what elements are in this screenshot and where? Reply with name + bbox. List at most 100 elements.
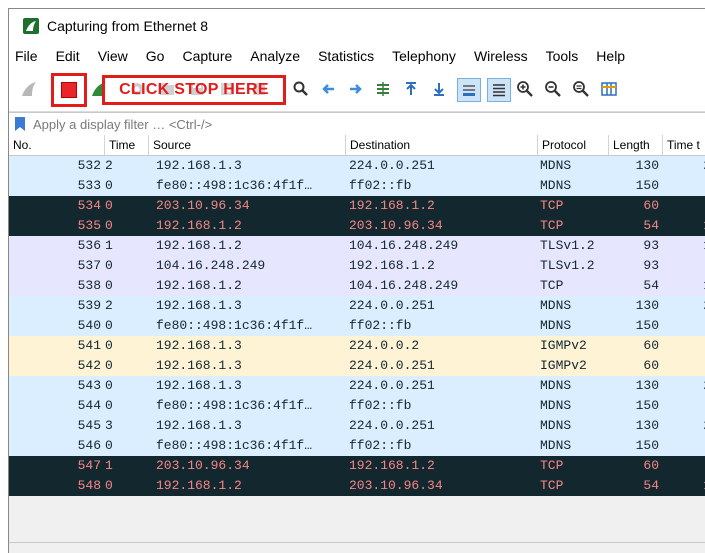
- packet-protocol: MDNS: [540, 178, 572, 193]
- packet-row[interactable]: 542 0 192.168.1.3 224.0.0.251 IGMPv2 60: [9, 356, 705, 376]
- packet-row[interactable]: 546 0 fe80::498:1c36:4f1f… ff02::fb MDNS 150: [9, 436, 705, 456]
- packet-source: 192.168.1.2: [156, 478, 242, 493]
- packet-length: 93: [643, 238, 659, 253]
- packet-row[interactable]: 547 1 203.10.96.34 192.168.1.2 TCP 60: [9, 456, 705, 476]
- packet-source: fe80::498:1c36:4f1f…: [156, 178, 313, 193]
- annotation-text: CLICK STOP HERE: [119, 81, 269, 98]
- packet-time: 0: [105, 338, 113, 353]
- packet-number: 538: [77, 278, 101, 293]
- packet-protocol: TCP: [540, 458, 564, 473]
- go-back-button[interactable]: [319, 79, 339, 99]
- menu-tools[interactable]: Tools: [538, 48, 589, 64]
- resize-columns-button[interactable]: [599, 79, 619, 99]
- packet-length: 150: [635, 178, 659, 193]
- packet-source: 192.168.1.2: [156, 278, 242, 293]
- packet-time: 0: [105, 438, 113, 453]
- magnifier-icon: [293, 81, 308, 96]
- packet-row[interactable]: 538 0 192.168.1.2 104.16.248.249 TCP 54 1: [9, 276, 705, 296]
- packet-destination: 224.0.0.251: [349, 298, 435, 313]
- menu-wireless[interactable]: Wireless: [466, 48, 538, 64]
- packet-time-t: 2: [671, 156, 705, 176]
- zoom-reset-icon: [573, 81, 589, 97]
- packet-protocol: TLSv1.2: [540, 258, 595, 273]
- stop-capture-button[interactable]: [51, 73, 87, 107]
- go-to-packet-button[interactable]: [373, 79, 393, 99]
- column-header-time-t[interactable]: Time t: [663, 135, 705, 155]
- packet-number: 548: [77, 478, 101, 493]
- column-header-length[interactable]: Length: [609, 135, 663, 155]
- menu-help[interactable]: Help: [588, 48, 635, 64]
- packet-time: 0: [105, 258, 113, 273]
- packet-source: fe80::498:1c36:4f1f…: [156, 438, 313, 453]
- packet-protocol: TLSv1.2: [540, 238, 595, 253]
- packet-source: 192.168.1.2: [156, 238, 242, 253]
- normal-size-button[interactable]: [571, 79, 591, 99]
- packet-row[interactable]: 541 0 192.168.1.3 224.0.0.2 IGMPv2 60: [9, 336, 705, 356]
- menu-view[interactable]: View: [90, 48, 138, 64]
- find-packet-button[interactable]: [291, 79, 311, 99]
- arrow-left-icon: [322, 84, 334, 94]
- packet-destination: 203.10.96.34: [349, 478, 443, 493]
- packet-time: 1: [105, 458, 113, 473]
- start-capture-button[interactable]: [19, 79, 39, 99]
- menu-file[interactable]: File: [9, 48, 48, 64]
- packet-row[interactable]: 536 1 192.168.1.2 104.16.248.249 TLSv1.2 93 1: [9, 236, 705, 256]
- column-header-no[interactable]: No.: [9, 135, 105, 155]
- packet-time-t: 1: [671, 276, 705, 296]
- packet-protocol: MDNS: [540, 418, 572, 433]
- packet-row[interactable]: 543 0 192.168.1.3 224.0.0.251 MDNS 130 2: [9, 376, 705, 396]
- zoom-in-button[interactable]: [515, 79, 535, 99]
- packet-number: 545: [77, 418, 101, 433]
- packet-row[interactable]: 533 0 fe80::498:1c36:4f1f… ff02::fb MDNS 150: [9, 176, 705, 196]
- column-header-time[interactable]: Time: [105, 135, 149, 155]
- packet-row[interactable]: 534 0 203.10.96.34 192.168.1.2 TCP 60: [9, 196, 705, 216]
- packet-time-t: [671, 176, 705, 196]
- pane-splitter[interactable]: [9, 542, 705, 553]
- menu-capture[interactable]: Capture: [174, 48, 242, 64]
- column-header-destination[interactable]: Destination: [346, 135, 538, 155]
- packet-length: 54: [643, 478, 659, 493]
- packet-time: 0: [105, 398, 113, 413]
- packet-protocol: TCP: [540, 478, 564, 493]
- bookmark-icon[interactable]: [15, 117, 25, 131]
- packet-length: 54: [643, 218, 659, 233]
- packet-row[interactable]: 545 3 192.168.1.3 224.0.0.251 MDNS 130 2: [9, 416, 705, 436]
- packet-time: 3: [105, 418, 113, 433]
- packet-time-t: 1: [671, 236, 705, 256]
- go-forward-button[interactable]: [345, 79, 365, 99]
- menu-telephony[interactable]: Telephony: [384, 48, 466, 64]
- display-filter-input[interactable]: [33, 116, 593, 132]
- packet-row[interactable]: 544 0 fe80::498:1c36:4f1f… ff02::fb MDNS 150: [9, 396, 705, 416]
- packet-length: 60: [643, 358, 659, 373]
- packet-row[interactable]: 532 2 192.168.1.3 224.0.0.251 MDNS 130 2: [9, 156, 705, 176]
- zoom-out-button[interactable]: [543, 79, 563, 99]
- column-header-protocol[interactable]: Protocol: [538, 135, 609, 155]
- menu-go[interactable]: Go: [138, 48, 175, 64]
- first-packet-button[interactable]: [401, 79, 421, 99]
- packet-list: 5322192.168.1.3224.0.0.251MDNS13025330fe…: [9, 156, 705, 543]
- packet-protocol: TCP: [540, 198, 564, 213]
- packet-time: 0: [105, 278, 113, 293]
- colorize-toggle[interactable]: [487, 78, 511, 102]
- packet-time: 1: [105, 238, 113, 253]
- packet-row[interactable]: 540 0 fe80::498:1c36:4f1f… ff02::fb MDNS 150: [9, 316, 705, 336]
- last-packet-button[interactable]: [429, 79, 449, 99]
- menu-edit[interactable]: Edit: [48, 48, 90, 64]
- packet-number: 535: [77, 218, 101, 233]
- packet-destination: 104.16.248.249: [349, 278, 459, 293]
- packet-time-t: 1: [671, 476, 705, 496]
- packet-time-t: [671, 196, 705, 216]
- menu-statistics[interactable]: Statistics: [310, 48, 384, 64]
- menu-bar: File Edit View Go Capture Analyze Statis…: [9, 43, 705, 69]
- autoscroll-toggle[interactable]: [457, 78, 481, 102]
- main-toolbar: CLICK STOP HERE: [9, 69, 705, 112]
- packet-row[interactable]: 539 2 192.168.1.3 224.0.0.251 MDNS 130 2: [9, 296, 705, 316]
- packet-protocol: MDNS: [540, 318, 572, 333]
- column-header-source[interactable]: Source: [149, 135, 346, 155]
- first-packet-icon: [406, 82, 416, 95]
- packet-destination: 224.0.0.2: [349, 338, 420, 353]
- packet-row[interactable]: 535 0 192.168.1.2 203.10.96.34 TCP 54 1: [9, 216, 705, 236]
- packet-row[interactable]: 537 0 104.16.248.249 192.168.1.2 TLSv1.2 93: [9, 256, 705, 276]
- menu-analyze[interactable]: Analyze: [242, 48, 310, 64]
- packet-row[interactable]: 548 0 192.168.1.2 203.10.96.34 TCP 54 1: [9, 476, 705, 496]
